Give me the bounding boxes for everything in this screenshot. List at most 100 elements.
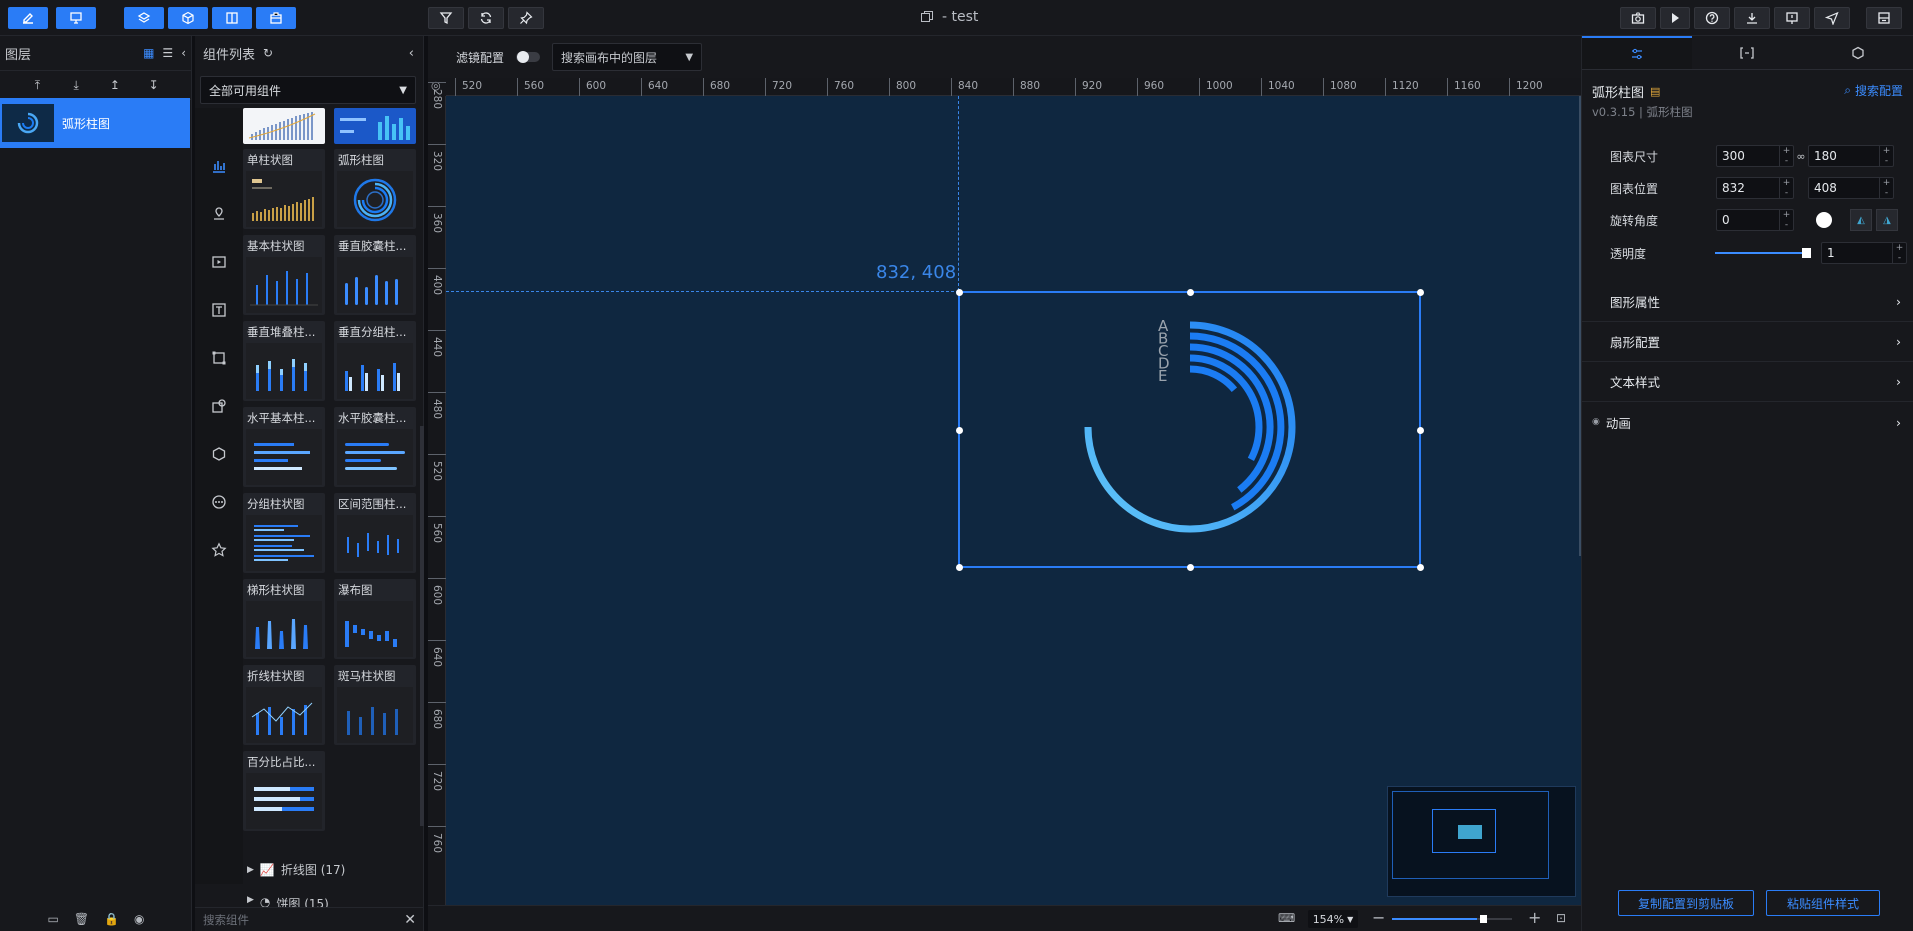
save-button[interactable]	[1866, 7, 1902, 29]
canvas-layer-search[interactable]: 搜索画布中的图层 ▼	[552, 43, 703, 71]
eye-off-icon[interactable]: ◉	[134, 912, 144, 926]
component-card[interactable]: 斑马柱状图	[334, 665, 416, 745]
component-card[interactable]: 水平基本柱...	[243, 407, 325, 487]
refresh-button[interactable]	[468, 7, 504, 29]
layer-item[interactable]: 弧形柱图	[0, 98, 190, 148]
move-bottom-icon[interactable]: ⤓	[63, 75, 89, 95]
canvas-layer-search-input[interactable]: 搜索画布中的图层	[561, 49, 657, 66]
shape-category-icon[interactable]	[209, 348, 229, 368]
opacity-stepper[interactable]: + -	[1892, 243, 1906, 263]
section-shape-props[interactable]: 图形属性 ›	[1582, 282, 1913, 322]
lock-icon[interactable]: 🔒	[104, 912, 119, 926]
interaction-category-icon[interactable]	[209, 444, 229, 464]
edit-name-icon[interactable]: ▤	[1650, 85, 1660, 98]
chart-height-input[interactable]: 180 + -	[1808, 145, 1894, 167]
component-card[interactable]: 垂直堆叠柱...	[243, 321, 325, 401]
publish-button[interactable]	[1814, 7, 1850, 29]
component-card[interactable]: 分组柱状图	[243, 493, 325, 573]
component-search-input[interactable]: 搜索组件	[203, 912, 249, 928]
opacity-slider[interactable]	[1715, 248, 1811, 258]
media-category-icon[interactable]	[209, 252, 229, 272]
paste-style-button[interactable]: 粘贴组件样式	[1766, 890, 1880, 916]
link-icon[interactable]: ∞	[1794, 150, 1808, 163]
zoom-slider-thumb[interactable]	[1480, 915, 1487, 923]
component-card[interactable]: 垂直胶囊柱...	[334, 235, 416, 315]
tab-data[interactable]	[1692, 36, 1802, 69]
component-card-preview-top-right[interactable]	[334, 108, 416, 144]
rotation-input[interactable]: 0 + -	[1716, 209, 1794, 231]
section-animation[interactable]: ◉ 动画 ›	[1582, 402, 1913, 442]
rotation-stepper[interactable]: + -	[1779, 210, 1793, 230]
chart-x-input[interactable]: 832 + -	[1716, 177, 1794, 199]
chart-y-input[interactable]: 408 + -	[1808, 177, 1894, 199]
opacity-slider-thumb[interactable]	[1802, 248, 1811, 258]
zoom-in-icon[interactable]: +	[1528, 908, 1541, 927]
section-sector-config[interactable]: 扇形配置 ›	[1582, 322, 1913, 362]
search-config-link[interactable]: ⌕ 搜索配置	[1844, 82, 1903, 99]
decoration-category-icon[interactable]	[209, 396, 229, 416]
tab-config[interactable]	[1582, 36, 1693, 69]
component-category-select[interactable]: 全部可用组件 ▼	[200, 76, 416, 104]
components-scrollbar[interactable]	[420, 426, 424, 826]
flip-horizontal-icon[interactable]: ◭	[1850, 209, 1872, 231]
favorites-category-icon[interactable]	[209, 540, 229, 560]
help-button[interactable]	[1694, 7, 1730, 29]
component-card[interactable]: 弧形柱图	[334, 149, 416, 229]
zoom-slider[interactable]	[1392, 915, 1512, 923]
component-card[interactable]: 百分比占比...	[243, 751, 325, 831]
move-down-icon[interactable]: ↧	[141, 75, 167, 95]
filter-toggle[interactable]	[516, 51, 541, 63]
collapse-components-icon[interactable]: ‹	[409, 46, 414, 61]
opacity-input[interactable]: 1 + -	[1821, 242, 1907, 264]
resize-handle-e[interactable]	[1417, 427, 1424, 434]
visibility-eye-icon[interactable]: ◉	[1592, 417, 1600, 427]
chart-height-stepper[interactable]: + -	[1879, 146, 1893, 166]
text-category-icon[interactable]	[209, 300, 229, 320]
screenshot-button[interactable]	[1620, 7, 1656, 29]
collapse-left-icon[interactable]: ‹	[181, 46, 186, 60]
close-icon[interactable]: ✕	[404, 912, 416, 928]
component-card[interactable]: 基本柱状图	[243, 235, 325, 315]
resize-handle-ne[interactable]	[1417, 289, 1424, 296]
chart-width-stepper[interactable]: + -	[1779, 146, 1793, 166]
move-top-icon[interactable]: ⤒	[24, 75, 50, 95]
move-up-icon[interactable]: ↥	[102, 75, 128, 95]
component-card[interactable]: 水平胶囊柱...	[334, 407, 416, 487]
resize-handle-sw[interactable]	[956, 564, 963, 571]
edit-mode-button[interactable]	[8, 7, 48, 29]
map-category-icon[interactable]	[209, 204, 229, 224]
tab-interaction[interactable]	[1803, 36, 1913, 69]
chart-x-stepper[interactable]: + -	[1779, 178, 1793, 198]
component-card[interactable]: 折线柱状图	[243, 665, 325, 745]
fit-screen-icon[interactable]: ⊡	[1556, 911, 1566, 925]
component-search[interactable]: 搜索组件 ✕	[195, 907, 424, 931]
resize-handle-n[interactable]	[1187, 289, 1194, 296]
copy-config-button[interactable]: 复制配置到剪贴板	[1618, 890, 1754, 916]
chart-y-stepper[interactable]: + -	[1879, 178, 1893, 198]
rotation-dial[interactable]	[1816, 212, 1832, 228]
components-toggle-button[interactable]	[168, 7, 208, 29]
folder-icon[interactable]: ▭	[47, 912, 58, 926]
editor-canvas[interactable]: ◎ 520 560 600 640 680 720 760 800 840 880 920 960 10…	[428, 78, 1581, 905]
layers-toggle-button[interactable]	[124, 7, 164, 29]
horizontal-ruler[interactable]: 520 560 600 640 680 720 760 800 840 880 920 960 1000…	[446, 78, 1581, 96]
zoom-out-icon[interactable]: −	[1372, 908, 1385, 927]
grid-view-icon[interactable]: ▦	[143, 46, 154, 60]
list-view-icon[interactable]: ☰	[162, 46, 173, 60]
bar-chart-category-icon[interactable]	[209, 156, 229, 176]
more-category-icon[interactable]	[209, 492, 229, 512]
selection-box[interactable]	[956, 289, 1424, 571]
filter-button[interactable]	[428, 7, 464, 29]
resize-handle-s[interactable]	[1187, 564, 1194, 571]
resize-handle-se[interactable]	[1417, 564, 1424, 571]
section-text-style[interactable]: 文本样式 ›	[1582, 362, 1913, 402]
vertical-ruler[interactable]: 280 320 360 400 440 480 520 560 600 640 680 720 760	[428, 82, 446, 905]
download-button[interactable]	[1734, 7, 1770, 29]
pin-button[interactable]	[508, 7, 544, 29]
component-card[interactable]: 单柱状图	[243, 149, 325, 229]
chart-width-input[interactable]: 300 + -	[1716, 145, 1794, 167]
component-card[interactable]: 瀑布图	[334, 579, 416, 659]
refresh-components-icon[interactable]: ↻	[263, 46, 273, 60]
present-button[interactable]	[1774, 7, 1810, 29]
config-panel-toggle-button[interactable]	[212, 7, 252, 29]
